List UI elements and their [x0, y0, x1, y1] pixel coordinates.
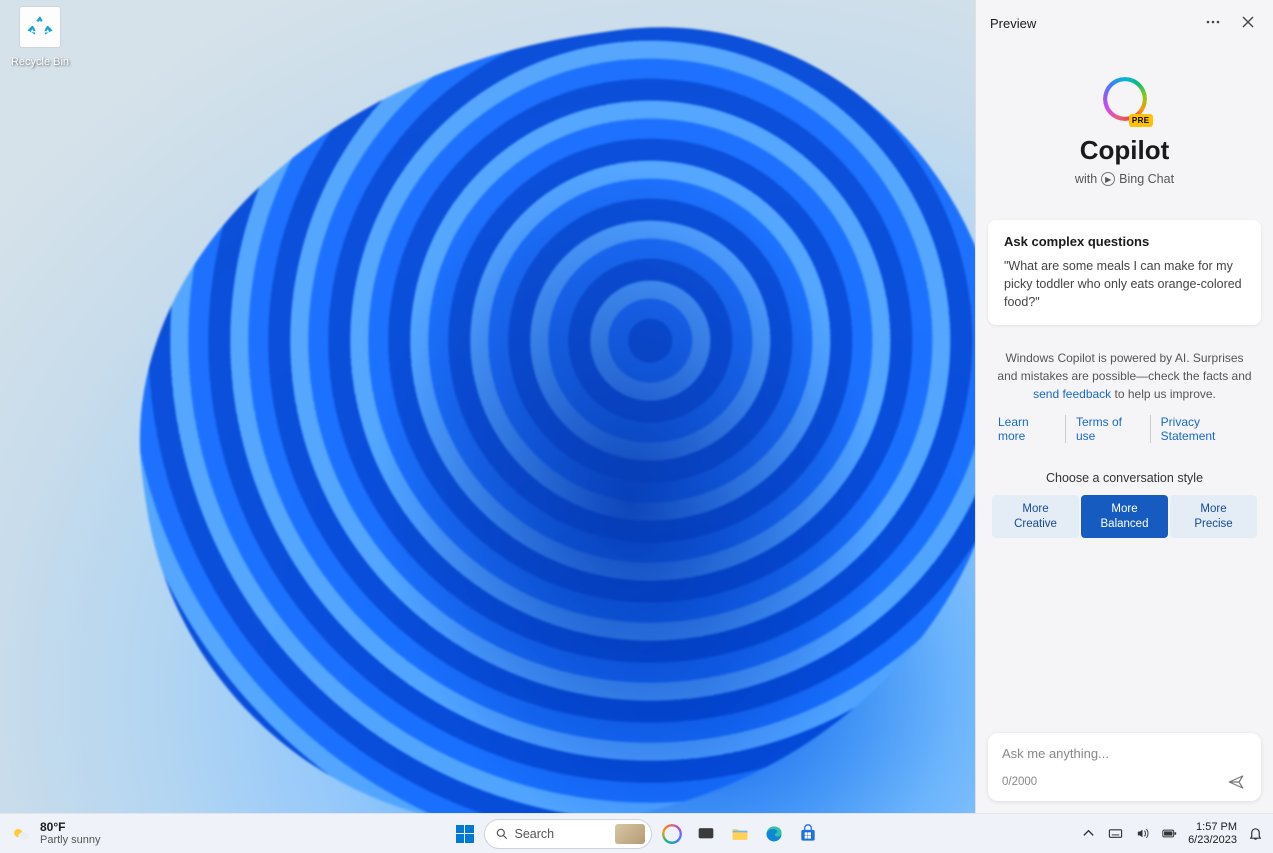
suggestion-card[interactable]: Ask complex questions "What are some mea…	[988, 220, 1261, 325]
taskbar-clock[interactable]: 1:57 PM 6/23/2023	[1184, 821, 1241, 846]
chevron-up-icon	[1081, 826, 1096, 841]
send-button[interactable]	[1225, 771, 1247, 793]
suggestion-card-body: "What are some meals I can make for my p…	[1004, 257, 1245, 311]
clock-time: 1:57 PM	[1196, 821, 1237, 834]
store-button[interactable]	[794, 820, 822, 848]
recycle-bin-icon[interactable]: Recycle Bin	[4, 6, 76, 70]
copilot-disclaimer: Windows Copilot is powered by AI. Surpri…	[976, 339, 1273, 407]
search-highlight-thumb	[615, 824, 645, 844]
weather-icon	[10, 823, 32, 845]
copilot-taskbar-button[interactable]	[658, 820, 686, 848]
windows-logo-icon	[456, 825, 474, 843]
search-label: Search	[515, 827, 609, 841]
learn-more-link[interactable]: Learn more	[988, 415, 1065, 443]
store-icon	[798, 824, 818, 844]
taskbar-search[interactable]: Search	[484, 819, 652, 849]
recycle-bin-label: Recycle Bin	[11, 56, 69, 68]
keyboard-icon	[1108, 826, 1123, 841]
clock-date: 6/23/2023	[1188, 834, 1237, 847]
ellipsis-icon	[1205, 14, 1221, 30]
ask-input[interactable]	[1002, 746, 1247, 761]
close-button[interactable]	[1237, 10, 1259, 37]
style-tab-balanced[interactable]: MoreBalanced	[1081, 495, 1168, 538]
recycle-bin-glyph	[19, 6, 61, 48]
copilot-subtitle-prefix: with	[1075, 172, 1097, 186]
weather-condition: Partly sunny	[40, 834, 101, 846]
volume-icon	[1135, 826, 1150, 841]
copilot-hero: PRE Copilot with ▶ Bing Chat	[976, 47, 1273, 206]
style-tab-precise[interactable]: MorePrecise	[1170, 495, 1257, 538]
copilot-header-title: Preview	[990, 16, 1036, 31]
notification-center-button[interactable]	[1243, 820, 1267, 848]
more-options-button[interactable]	[1201, 10, 1225, 37]
folder-icon	[730, 824, 750, 844]
privacy-link[interactable]: Privacy Statement	[1150, 415, 1261, 443]
taskbar-center: Search	[452, 819, 822, 849]
desktop-wallpaper[interactable]: Recycle Bin	[0, 0, 975, 813]
style-tab-creative[interactable]: MoreCreative	[992, 495, 1079, 538]
edge-button[interactable]	[760, 820, 788, 848]
disclaimer-text-1: Windows Copilot is powered by AI. Surpri…	[997, 351, 1251, 383]
send-icon	[1227, 773, 1245, 791]
start-button[interactable]	[452, 821, 478, 847]
close-icon	[1241, 15, 1255, 29]
conversation-style: Choose a conversation style MoreCreative…	[992, 471, 1257, 538]
file-explorer-button[interactable]	[726, 820, 754, 848]
search-icon	[495, 827, 509, 841]
copilot-subtitle-brand: Bing Chat	[1119, 172, 1174, 186]
taskbar: 80°F Partly sunny Search	[0, 813, 1273, 853]
conversation-style-label: Choose a conversation style	[992, 471, 1257, 485]
battery-icon	[1162, 826, 1177, 841]
copilot-subtitle: with ▶ Bing Chat	[996, 172, 1253, 186]
tray-overflow-button[interactable]	[1076, 822, 1101, 845]
edge-icon	[764, 824, 784, 844]
task-view-button[interactable]	[692, 820, 720, 848]
tray-volume-button[interactable]	[1130, 822, 1155, 845]
copilot-header: Preview	[976, 0, 1273, 47]
copilot-ring-icon	[662, 824, 682, 844]
copilot-title: Copilot	[996, 135, 1253, 166]
tray-language-button[interactable]	[1103, 822, 1128, 845]
tray-battery-button[interactable]	[1157, 822, 1182, 845]
taskbar-weather[interactable]: 80°F Partly sunny	[0, 821, 101, 846]
weather-temp: 80°F	[40, 821, 101, 834]
copilot-panel: Preview PRE Copilot with ▶ Bing Chat Ask…	[975, 0, 1273, 813]
copilot-input-area: 0/2000	[976, 721, 1273, 813]
copilot-footer-links: Learn more Terms of use Privacy Statemen…	[988, 415, 1261, 443]
suggestion-card-title: Ask complex questions	[1004, 234, 1245, 249]
bing-icon: ▶	[1101, 172, 1115, 186]
task-view-icon	[697, 825, 715, 843]
copilot-input-box[interactable]: 0/2000	[988, 733, 1261, 801]
copilot-pre-badge: PRE	[1129, 114, 1153, 127]
send-feedback-link[interactable]: send feedback	[1033, 387, 1111, 401]
disclaimer-text-2: to help us improve.	[1111, 387, 1216, 401]
char-counter: 0/2000	[1002, 776, 1037, 788]
bell-icon	[1248, 826, 1263, 841]
taskbar-tray: 1:57 PM 6/23/2023	[1076, 820, 1273, 848]
terms-link[interactable]: Terms of use	[1065, 415, 1150, 443]
wallpaper-bloom	[90, 0, 975, 813]
copilot-logo: PRE	[1103, 77, 1147, 121]
